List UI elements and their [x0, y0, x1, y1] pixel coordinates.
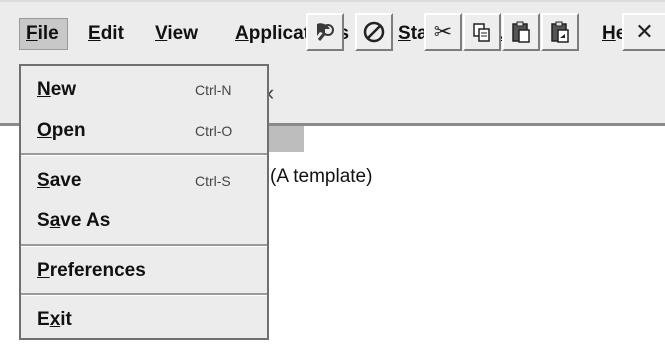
paste-icon [509, 20, 533, 44]
delete-icon: ✕ [635, 19, 654, 44]
menu-item-save-as-post: ve As [60, 210, 111, 231]
menu-item-new-post: ew [50, 79, 77, 100]
menu-separator [21, 244, 267, 247]
menu-edit[interactable]: Edit [82, 18, 130, 50]
menu-item-new[interactable]: New Ctrl-N [21, 71, 267, 109]
cut-button[interactable]: ✂ [424, 13, 462, 51]
paste-button[interactable] [502, 13, 540, 51]
menu-file-mnemonic: F [26, 23, 38, 44]
menu-item-save[interactable]: Save Ctrl-S [21, 162, 267, 200]
menu-item-save-label: Save [37, 170, 81, 192]
document-text: (A template) [270, 166, 373, 187]
menu-separator [21, 153, 267, 156]
menu-applications-mnemonic: A [235, 23, 249, 44]
menu-item-save-as-pre: S [37, 210, 50, 231]
menu-item-exit-mnemonic: x [49, 309, 61, 330]
menu-view-mnemonic: V [155, 23, 168, 44]
menu-item-new-mnemonic: N [37, 79, 51, 100]
menu-item-open-shortcut: Ctrl-O [195, 123, 233, 139]
menu-edit-mnemonic: E [88, 23, 101, 44]
menu-item-open-post: pen [51, 120, 86, 141]
menu-help-mnemonic: H [602, 23, 616, 44]
menu-item-preferences[interactable]: Preferences [21, 252, 267, 290]
menu-item-exit-pre: E [37, 309, 50, 330]
menu-file-rest: ile [37, 23, 59, 44]
copy-button[interactable] [463, 13, 501, 51]
stop-button[interactable] [355, 13, 393, 51]
menu-item-open-label: Open [37, 120, 86, 142]
menu-view[interactable]: View [149, 18, 204, 50]
find-button[interactable] [306, 13, 344, 51]
paste-special-button[interactable] [541, 13, 579, 51]
delete-button[interactable]: ✕ [622, 13, 665, 51]
menu-item-exit[interactable]: Exit [21, 301, 267, 339]
menu-item-save-shortcut: Ctrl-S [195, 173, 231, 189]
menu-item-open[interactable]: Open Ctrl-O [21, 112, 267, 150]
menu-item-exit-post: it [60, 309, 72, 330]
menu-bar-top-edge [0, 0, 665, 2]
menu-view-rest: iew [167, 23, 198, 44]
menu-item-save-as[interactable]: Save As [21, 202, 267, 240]
menu-item-open-mnemonic: O [37, 120, 52, 141]
menu-item-new-shortcut: Ctrl-N [195, 82, 232, 98]
menu-file[interactable]: File [19, 18, 68, 50]
menu-edit-rest: dit [100, 23, 124, 44]
menu-item-preferences-post: references [49, 260, 146, 281]
file-menu-dropdown: New Ctrl-N Open Ctrl-O Save Ctrl-S Save … [19, 64, 269, 340]
menu-item-save-as-label: Save As [37, 210, 110, 232]
menu-status-mnemonic: S [398, 23, 411, 44]
menu-item-exit-label: Exit [37, 309, 72, 331]
menu-item-save-post: ave [49, 170, 82, 191]
menu-item-preferences-label: Preferences [37, 260, 146, 282]
menu-item-save-mnemonic: S [37, 170, 50, 191]
menu-item-new-label: New [37, 79, 76, 101]
menu-item-save-as-mnemonic: a [49, 210, 61, 231]
paste-special-icon [548, 20, 572, 44]
cut-icon: ✂ [433, 19, 453, 44]
stop-icon [362, 20, 386, 44]
find-icon [313, 20, 337, 44]
menu-separator [21, 293, 267, 296]
menu-item-preferences-mnemonic: P [37, 260, 50, 281]
copy-icon [470, 20, 494, 44]
